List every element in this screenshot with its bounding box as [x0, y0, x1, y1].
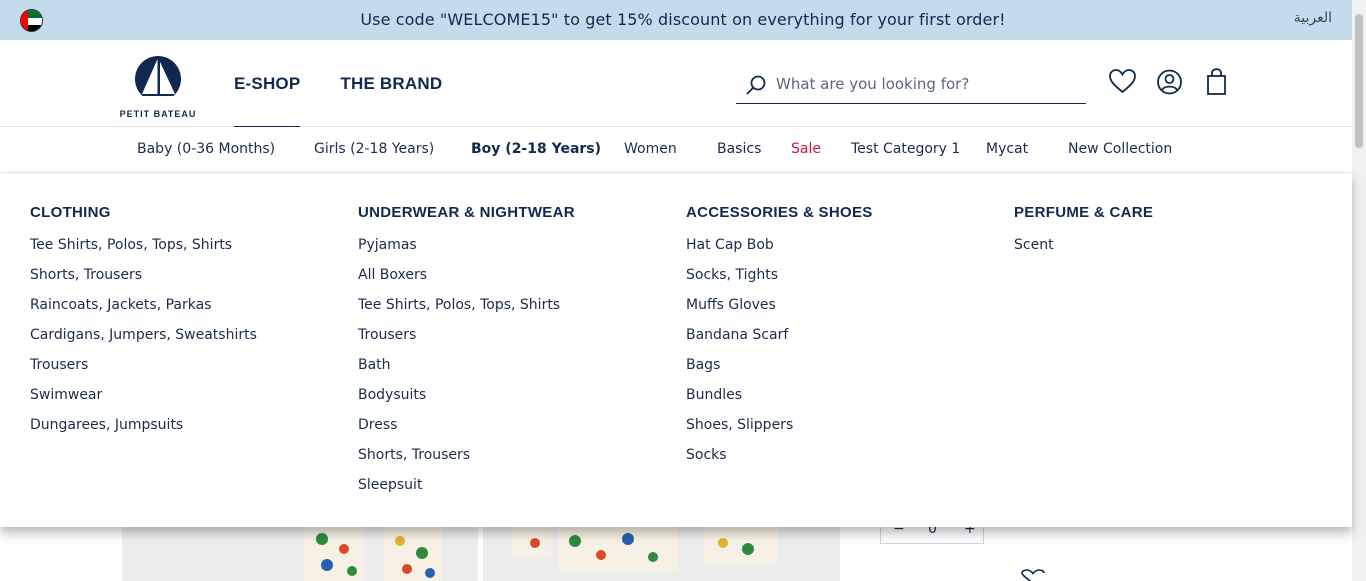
menu-item[interactable]: Shoes, Slippers: [686, 410, 873, 440]
menu-item[interactable]: Sleepsuit: [358, 470, 575, 500]
menu-item[interactable]: Dress: [358, 410, 575, 440]
menu-item[interactable]: Bath: [358, 350, 575, 380]
menu-column-clothing: CLOTHING Tee Shirts, Polos, Tops, Shirts…: [30, 204, 257, 440]
menu-item[interactable]: Dungarees, Jumpsuits: [30, 410, 257, 440]
search-icon[interactable]: [744, 73, 768, 97]
menu-item[interactable]: Tee Shirts, Polos, Tops, Shirts: [30, 230, 257, 260]
brand-logo[interactable]: PETIT BATEAU: [118, 48, 198, 120]
menu-item[interactable]: Pyjamas: [358, 230, 575, 260]
menu-column-perfume-care: PERFUME & CARE Scent: [1014, 204, 1153, 260]
mega-menu: CLOTHING Tee Shirts, Polos, Tops, Shirts…: [0, 173, 1352, 527]
search-input[interactable]: [776, 72, 1076, 96]
menu-column-accessories-shoes: ACCESSORIES & SHOES Hat Cap Bob Socks, T…: [686, 204, 873, 470]
quantity-stepper: − 0 +: [880, 521, 984, 544]
promo-banner: Use code "WELCOME15" to get 15% discount…: [0, 0, 1366, 40]
category-baby[interactable]: Baby (0-36 Months): [137, 141, 275, 157]
category-sale[interactable]: Sale: [791, 141, 821, 157]
menu-item[interactable]: Shorts, Trousers: [358, 440, 575, 470]
menu-item[interactable]: Socks: [686, 440, 873, 470]
menu-item[interactable]: Cardigans, Jumpers, Sweatshirts: [30, 320, 257, 350]
product-image[interactable]: [483, 527, 840, 581]
menu-item[interactable]: Trousers: [30, 350, 257, 380]
menu-heading[interactable]: CLOTHING: [30, 204, 257, 221]
category-girls[interactable]: Girls (2-18 Years): [314, 141, 434, 157]
svg-text:PETIT BATEAU: PETIT BATEAU: [120, 109, 197, 119]
heart-icon[interactable]: [1108, 68, 1137, 96]
menu-heading[interactable]: ACCESSORIES & SHOES: [686, 204, 873, 221]
shopping-bag-icon[interactable]: [1202, 68, 1231, 96]
menu-item[interactable]: Bandana Scarf: [686, 320, 873, 350]
menu-item[interactable]: Hat Cap Bob: [686, 230, 873, 260]
promo-message: Use code "WELCOME15" to get 15% discount…: [360, 10, 1006, 29]
menu-item[interactable]: Scent: [1014, 230, 1153, 260]
menu-item[interactable]: Tee Shirts, Polos, Tops, Shirts: [358, 290, 575, 320]
menu-item[interactable]: Shorts, Trousers: [30, 260, 257, 290]
menu-item[interactable]: Muffs Gloves: [686, 290, 873, 320]
header-icons: [1108, 68, 1231, 96]
menu-item[interactable]: Swimwear: [30, 380, 257, 410]
menu-item[interactable]: Socks, Tights: [686, 260, 873, 290]
site-header: PETIT BATEAU E-SHOP THE BRAND: [0, 40, 1366, 128]
menu-heading[interactable]: PERFUME & CARE: [1014, 204, 1153, 221]
menu-item[interactable]: All Boxers: [358, 260, 575, 290]
scrollbar-thumb[interactable]: [1355, 14, 1363, 148]
top-nav-the-brand[interactable]: THE BRAND: [340, 74, 442, 128]
menu-item[interactable]: Bundles: [686, 380, 873, 410]
menu-heading[interactable]: UNDERWEAR & NIGHTWEAR: [358, 204, 575, 221]
menu-item[interactable]: Raincoats, Jackets, Parkas: [30, 290, 257, 320]
search-bar: [736, 66, 1086, 104]
product-page-content: − 0 +: [0, 521, 1366, 581]
category-basics[interactable]: Basics: [717, 141, 761, 157]
category-new-collection[interactable]: New Collection: [1068, 141, 1172, 157]
menu-item[interactable]: Trousers: [358, 320, 575, 350]
top-nav-eshop[interactable]: E-SHOP: [234, 74, 301, 128]
account-icon[interactable]: [1155, 68, 1184, 96]
product-image[interactable]: [122, 527, 478, 581]
category-test-category-1[interactable]: Test Category 1: [851, 141, 960, 157]
page-scrollbar[interactable]: [1352, 0, 1366, 581]
menu-column-underwear-nightwear: UNDERWEAR & NIGHTWEAR Pyjamas All Boxers…: [358, 204, 575, 500]
menu-item[interactable]: Bodysuits: [358, 380, 575, 410]
category-boy[interactable]: Boy (2-18 Years): [471, 141, 601, 157]
category-mycat[interactable]: Mycat: [986, 141, 1028, 157]
language-switch[interactable]: العربية: [1294, 10, 1332, 26]
category-bar: Baby (0-36 Months) Girls (2-18 Years) Bo…: [0, 127, 1366, 173]
wishlist-heart-icon[interactable]: [1020, 569, 1046, 581]
top-nav: E-SHOP THE BRAND: [234, 74, 442, 128]
category-women[interactable]: Women: [624, 141, 677, 157]
menu-item[interactable]: Bags: [686, 350, 873, 380]
